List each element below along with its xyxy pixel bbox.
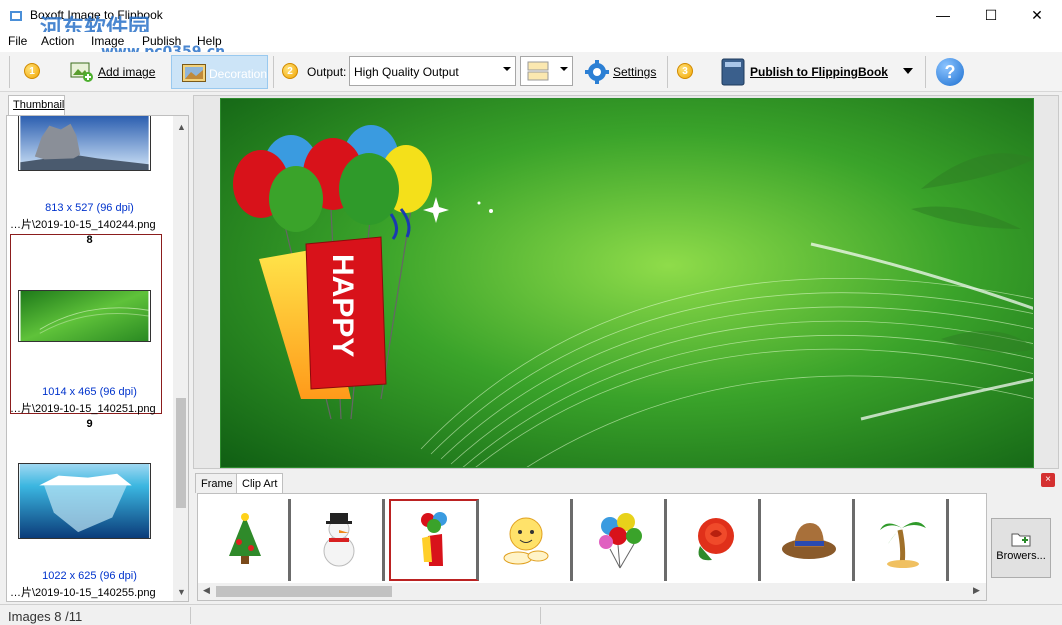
- decoration-panel: Frame Clip Art × ◀ ▶ Browers...: [193, 471, 1059, 602]
- thumbnail-filename: …片\2019-10-15_140251.png: [10, 403, 156, 415]
- balloon-bunch-icon[interactable]: [577, 499, 667, 581]
- palm-tree-icon[interactable]: [859, 499, 949, 581]
- thumbnail-dimensions: 1022 x 625 (96 dpi): [42, 570, 137, 582]
- thumbnail-dimensions: 813 x 527 (96 dpi): [45, 202, 134, 214]
- gear-icon: [585, 60, 609, 84]
- browse-button[interactable]: Browers...: [991, 518, 1051, 578]
- add-image-button[interactable]: Add image: [70, 61, 155, 83]
- menu-file[interactable]: File: [8, 34, 27, 48]
- cartoon-sun-icon[interactable]: [483, 499, 573, 581]
- step-2-badge: 2: [282, 63, 298, 79]
- publish-dropdown-arrow[interactable]: [903, 68, 913, 74]
- thumbnail-list[interactable]: 813 x 527 (96 dpi) …片\2019-10-15_140244.…: [6, 115, 189, 602]
- tab-frame[interactable]: Frame: [195, 473, 239, 493]
- menu-action[interactable]: Action: [41, 34, 74, 48]
- scroll-left-icon[interactable]: ◀: [203, 585, 210, 596]
- chevron-down-icon: [560, 67, 568, 71]
- title-bar: Boxoft Image to Flipbook 河东软件园 — ☐ ✕: [0, 0, 1062, 41]
- decoration-label: Decoration: [209, 67, 268, 81]
- flipbook-icon: [721, 58, 745, 86]
- browse-label: Browers...: [996, 550, 1046, 562]
- app-icon: [10, 11, 22, 21]
- thumbnail-image[interactable]: [18, 463, 151, 539]
- page-layout-icon: [527, 61, 549, 81]
- thumbnail-image[interactable]: [18, 115, 151, 171]
- toolbar-separator: [667, 56, 668, 88]
- add-image-icon: [70, 62, 93, 82]
- thumbnail-number: 9: [86, 418, 93, 430]
- tab-thumbnail[interactable]: Thumbnail: [8, 95, 65, 115]
- cowboy-hat-icon[interactable]: [765, 499, 855, 581]
- step-1-badge: 1: [24, 63, 40, 79]
- layout-select[interactable]: [520, 56, 573, 86]
- christmas-tree-icon[interactable]: [201, 499, 291, 581]
- decoration-button[interactable]: Decoration: [171, 55, 268, 89]
- palm-tree-graphic: [879, 522, 926, 568]
- status-separator: [190, 607, 191, 624]
- decoration-icon: [182, 64, 206, 82]
- minimize-button[interactable]: —: [920, 0, 966, 30]
- output-select[interactable]: High Quality Output: [349, 56, 516, 86]
- preview-canvas[interactable]: HAPPY: [220, 98, 1034, 468]
- scroll-right-icon[interactable]: ▶: [973, 585, 980, 596]
- status-bar: Images 8 /11: [0, 604, 1062, 625]
- preview-image: HAPPY: [221, 99, 1033, 467]
- christmas-tree-graphic: [228, 513, 261, 564]
- thumbnail-dimensions: 1014 x 465 (96 dpi): [42, 386, 137, 398]
- scroll-up-icon[interactable]: ▲: [177, 122, 186, 132]
- preview-banner-text: HAPPY: [326, 254, 359, 357]
- output-label: Output:: [307, 65, 347, 79]
- toolbar-separator: [273, 56, 274, 88]
- cowboy-hat-graphic: [781, 523, 836, 559]
- add-image-label: Add image: [98, 65, 156, 79]
- thumbnail-scrollbar[interactable]: ▲ ▼: [173, 116, 188, 601]
- toolbar: 1 Add image Decoration 2 Output: High Qu…: [0, 52, 1062, 92]
- balloons-happy-graphic: [420, 512, 447, 566]
- folder-add-icon: [1011, 533, 1031, 547]
- settings-label: Settings: [613, 65, 657, 79]
- toolbar-grip: [9, 56, 10, 88]
- close-button[interactable]: ✕: [1014, 0, 1060, 30]
- balloon-bunch-graphic: [598, 513, 642, 569]
- toolbar-separator: [925, 56, 926, 88]
- snowman-icon[interactable]: [295, 499, 385, 581]
- close-icon[interactable]: ×: [1041, 473, 1055, 487]
- preview-area: HAPPY: [193, 95, 1059, 469]
- output-select-value: High Quality Output: [354, 65, 459, 79]
- settings-button[interactable]: Settings: [585, 60, 656, 84]
- maximize-button[interactable]: ☐: [968, 0, 1014, 30]
- tab-clip-art[interactable]: Clip Art: [236, 473, 284, 493]
- scrollbar-thumb[interactable]: [176, 398, 186, 508]
- scrollbar-thumb[interactable]: [216, 586, 392, 597]
- tab-thumbnail-label: Thumbnail: [13, 99, 65, 111]
- clip-art-strip: ◀ ▶: [197, 493, 987, 601]
- thumbnail-filename: …片\2019-10-15_140255.png: [10, 587, 156, 599]
- help-icon[interactable]: ?: [936, 58, 964, 86]
- clip-art-scrollbar[interactable]: ◀ ▶: [198, 583, 986, 600]
- snowman-graphic: [323, 513, 354, 567]
- rose-icon[interactable]: [671, 499, 761, 581]
- image-count: Images 8 /11: [8, 609, 83, 624]
- publish-button[interactable]: Publish to FlippingBook: [720, 58, 888, 86]
- clip-art-item-partial[interactable]: [953, 499, 986, 581]
- chevron-down-icon: [503, 67, 511, 71]
- status-separator: [540, 607, 541, 624]
- publish-label: Publish to FlippingBook: [750, 65, 888, 79]
- thumbnail-filename: …片\2019-10-15_140244.png: [10, 219, 156, 231]
- step-3-badge: 3: [677, 63, 693, 79]
- thumbnail-image[interactable]: [18, 290, 151, 342]
- scroll-down-icon[interactable]: ▼: [177, 587, 186, 597]
- cartoon-sun-graphic: [503, 517, 548, 565]
- rose-graphic: [697, 518, 734, 561]
- balloons-happy-icon[interactable]: [389, 499, 479, 581]
